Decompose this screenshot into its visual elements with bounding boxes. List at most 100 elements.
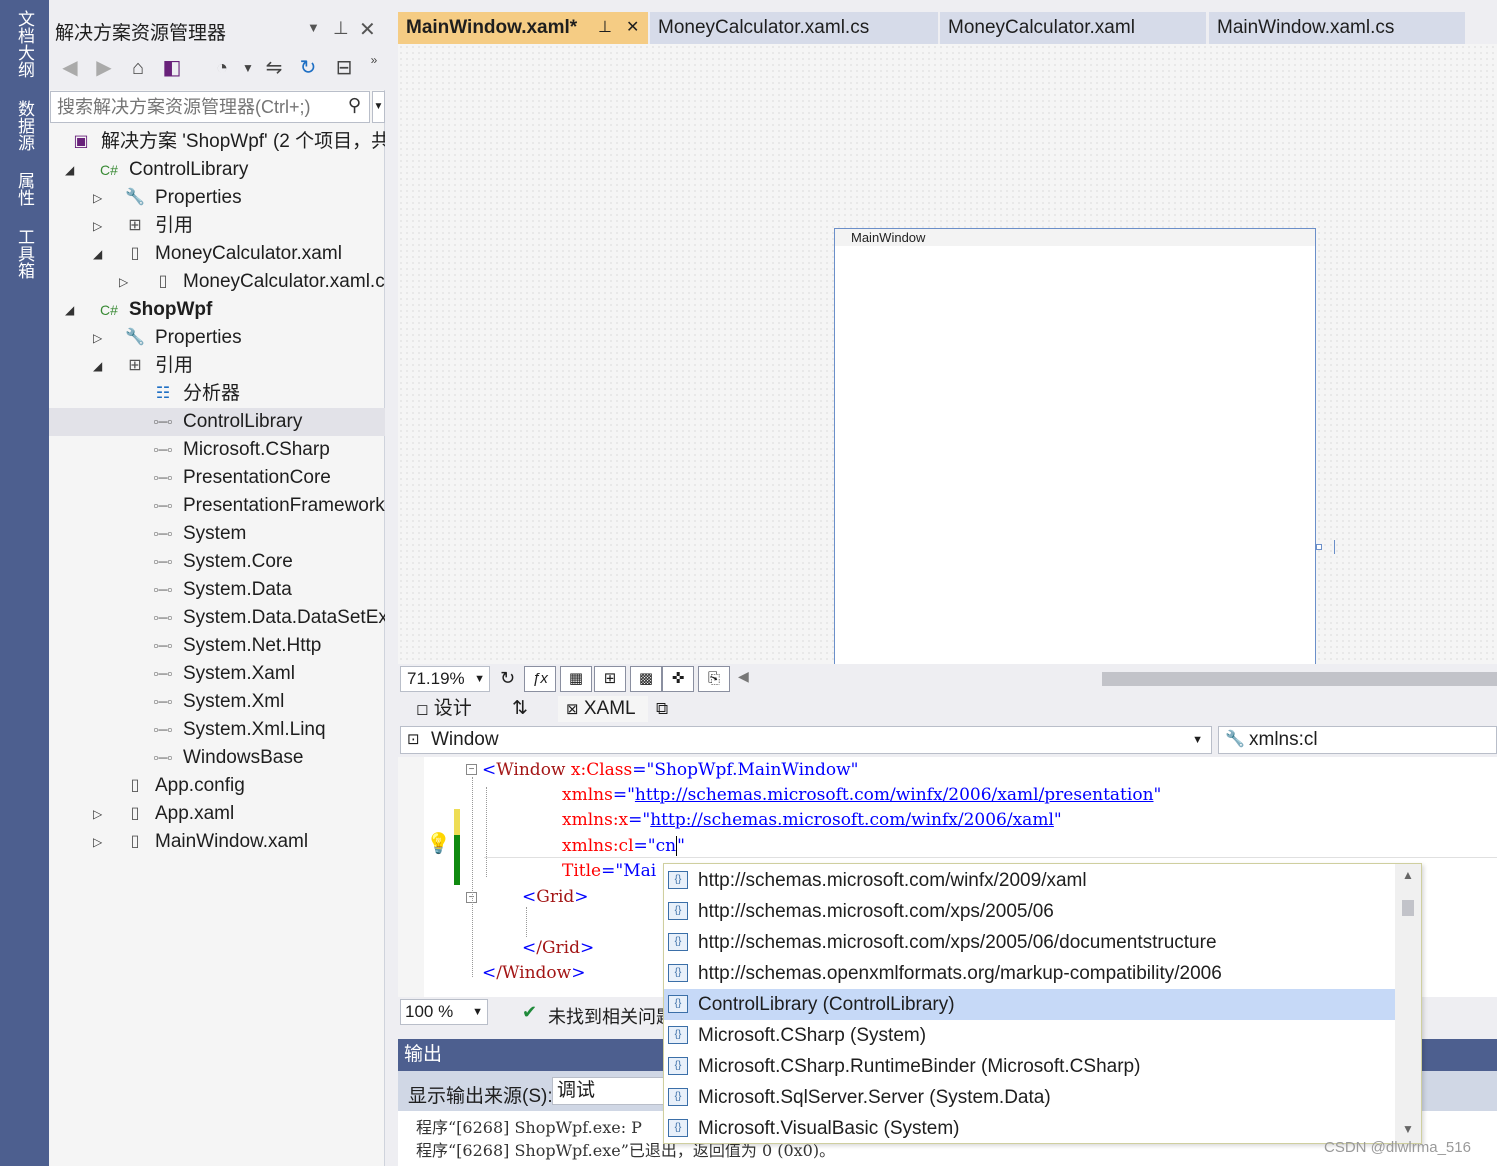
vs-switch-view-icon[interactable]: ◧ (159, 56, 185, 80)
snap-grid-icon[interactable]: ⊞ (594, 666, 626, 692)
project-code-icon[interactable]: ⎘ (698, 666, 730, 692)
tree-node-references[interactable]: ◢ ⊞ 引用 (49, 352, 385, 380)
sync-icon[interactable]: ⇋ (261, 56, 287, 80)
tree-node-reference[interactable]: ▫─▫ Microsoft.CSharp (49, 436, 385, 464)
tree-node-moneycalculator-xaml[interactable]: ◢ ▯ MoneyCalculator.xaml (49, 240, 385, 268)
tree-node-solution[interactable]: ▣ 解决方案 'ShopWpf' (2 个项目，共 (49, 128, 385, 156)
element-selector[interactable]: ⊡ Window ▼ (400, 726, 1212, 754)
tree-node-references[interactable]: ▷ ⊞ 引用 (49, 212, 385, 240)
design-surface[interactable]: MainWindow (398, 44, 1497, 668)
member-selector[interactable]: 🔧 xmlns:cl (1218, 726, 1497, 754)
search-icon[interactable]: ⚲ (348, 95, 361, 116)
collapse-arrow-icon[interactable]: ◢ (93, 240, 107, 268)
pending-changes-icon[interactable]: ◔ (209, 56, 235, 80)
popup-scrollbar[interactable]: ▲ ▼ (1395, 864, 1421, 1143)
scroll-up-icon[interactable]: ▲ (1402, 868, 1414, 882)
expand-arrow-icon[interactable]: ▷ (93, 324, 107, 352)
expand-arrow-icon[interactable]: ▷ (93, 828, 107, 856)
lightbulb-icon[interactable]: 💡 (426, 831, 451, 856)
completion-item[interactable]: {} Microsoft.SqlServer.Server (System.Dat… (664, 1082, 1395, 1113)
completion-item[interactable]: {} Microsoft.VisualBasic (System) (664, 1113, 1395, 1144)
expand-arrow-icon[interactable]: ▷ (93, 184, 107, 212)
forward-icon[interactable]: ▶ (91, 56, 117, 80)
completion-item-selected[interactable]: {} ControlLibrary (ControlLibrary) (664, 989, 1395, 1020)
completion-item[interactable]: {} Microsoft.CSharp.RuntimeBinder (Micros… (664, 1051, 1395, 1082)
back-icon[interactable]: ◀ (57, 56, 83, 80)
tree-node-properties[interactable]: ▷ 🔧 Properties (49, 184, 385, 212)
refresh-icon[interactable]: ↻ (295, 56, 321, 80)
tree-node-app-xaml[interactable]: ▷ ▯ App.xaml (49, 800, 385, 828)
completion-item[interactable]: {} Microsoft.CSharp (System) (664, 1020, 1395, 1051)
collapse-arrow-icon[interactable]: ◢ (93, 352, 107, 380)
dropdown-icon[interactable]: ▼ (307, 20, 320, 35)
close-icon[interactable]: ✕ (626, 12, 639, 44)
grid-icon[interactable]: ▦ (560, 666, 592, 692)
designer-zoom-select[interactable]: 71.19% ▼ (400, 666, 490, 692)
fx-effects-button[interactable]: ƒx (524, 666, 556, 692)
tree-node-project-controllibrary[interactable]: ◢ C# ControlLibrary (49, 156, 385, 184)
collapse-all-icon[interactable]: ⊟ (331, 56, 357, 80)
tree-node-mainwindow-xaml[interactable]: ▷ ▯ MainWindow.xaml (49, 828, 385, 856)
tree-node-project-shopwpf[interactable]: ◢ C# ShopWpf (49, 296, 385, 324)
tab-mainwindow-xaml-cs[interactable]: MainWindow.xaml.cs (1209, 12, 1465, 44)
dock-tab-data-sources[interactable]: 数据源 (11, 100, 37, 151)
tab-moneycalculator-xaml-cs[interactable]: MoneyCalculator.xaml.cs (650, 12, 938, 44)
tree-node-reference[interactable]: ▫─▫ System.Xaml (49, 660, 385, 688)
scrollbar-thumb[interactable] (1402, 900, 1414, 916)
solution-search-box[interactable]: ⚲ (50, 91, 370, 123)
tree-node-analyzers[interactable]: ☷ 分析器 (49, 380, 385, 408)
scroll-down-icon[interactable]: ▼ (1402, 1122, 1414, 1136)
solution-search-input[interactable] (57, 95, 337, 119)
tree-node-reference[interactable]: ▫─▫ System.Net.Http (49, 632, 385, 660)
resize-handle[interactable] (1316, 544, 1322, 550)
dock-tab-document-outline[interactable]: 文档大纲 (11, 10, 37, 78)
tree-node-reference[interactable]: ▫─▫ System.Core (49, 548, 385, 576)
completion-item[interactable]: {} http://schemas.openxmlformats.org/mark… (664, 958, 1395, 989)
tree-node-reference[interactable]: ▫─▫ WindowsBase (49, 744, 385, 772)
swap-panes-icon[interactable]: ⇅ (512, 696, 528, 722)
home-icon[interactable]: ⌂ (125, 56, 151, 80)
tab-moneycalculator-xaml[interactable]: MoneyCalculator.xaml (940, 12, 1206, 44)
artboard-icon[interactable]: ▩ (630, 666, 662, 692)
tree-node-reference[interactable]: ▫─▫ PresentationCore (49, 464, 385, 492)
tree-node-reference[interactable]: ▫─▫ ControlLibrary (49, 408, 385, 436)
horizontal-scrollbar[interactable] (1102, 672, 1497, 686)
refresh-icon[interactable]: ↻ (500, 668, 515, 689)
snap-lines-icon[interactable]: ✜ (662, 666, 694, 692)
pin-icon[interactable]: ⊥ (333, 18, 349, 39)
completion-item[interactable]: {} http://schemas.microsoft.com/xps/2005/… (664, 896, 1395, 927)
fold-toggle-icon[interactable]: − (466, 764, 477, 775)
tree-node-moneycalculator-cs[interactable]: ▷ ▯ MoneyCalculator.xaml.cs (49, 268, 385, 296)
tree-node-reference[interactable]: ▫─▫ System.Data.DataSetExt (49, 604, 385, 632)
collapse-arrow-icon[interactable]: ◢ (65, 156, 79, 184)
editor-zoom-select[interactable]: 100 % ▼ (400, 999, 488, 1025)
completion-item[interactable]: {} http://schemas.microsoft.com/winfx/200… (664, 865, 1395, 896)
tree-node-reference[interactable]: ▫─▫ System.Xml (49, 688, 385, 716)
collapse-arrow-icon[interactable]: ◢ (65, 296, 79, 324)
popout-icon[interactable]: ⧉ (656, 696, 668, 722)
tab-design[interactable]: ◻ 设计 (416, 696, 472, 722)
tree-node-app-config[interactable]: ▯ App.config (49, 772, 385, 800)
dock-tab-toolbox[interactable]: 工具箱 (11, 228, 37, 279)
expand-arrow-icon[interactable]: ▷ (119, 268, 133, 296)
issues-status-text[interactable]: 未找到相关问题 (548, 1003, 674, 1029)
tab-mainwindow-xaml[interactable]: MainWindow.xaml* ⊥ ✕ (398, 12, 648, 44)
tree-node-reference[interactable]: ▫─▫ PresentationFramework (49, 492, 385, 520)
tree-node-reference[interactable]: ▫─▫ System.Data (49, 576, 385, 604)
intellisense-popup[interactable]: {} http://schemas.microsoft.com/winfx/200… (663, 863, 1422, 1144)
window-preview[interactable]: MainWindow (834, 228, 1316, 668)
pin-icon[interactable]: ⊥ (598, 12, 612, 44)
tab-xaml[interactable]: ⊠ XAML (558, 696, 648, 722)
code-link[interactable]: http://schemas.microsoft.com/winfx/2006/… (650, 810, 1054, 830)
tree-node-properties[interactable]: ▷ 🔧 Properties (49, 324, 385, 352)
expand-arrow-icon[interactable]: ▷ (93, 212, 107, 240)
search-options-dropdown[interactable]: ▼ (372, 91, 385, 123)
pending-dropdown-icon[interactable]: ▼ (235, 56, 261, 80)
scroll-left-icon[interactable]: ◀ (738, 668, 749, 685)
expand-arrow-icon[interactable]: ▷ (93, 800, 107, 828)
completion-item[interactable]: {} http://schemas.microsoft.com/xps/2005/… (664, 927, 1395, 958)
overflow-icon[interactable]: » (361, 48, 387, 72)
tree-node-reference[interactable]: ▫─▫ System (49, 520, 385, 548)
dock-tab-properties[interactable]: 属性 (11, 172, 37, 206)
tree-node-reference[interactable]: ▫─▫ System.Xml.Linq (49, 716, 385, 744)
